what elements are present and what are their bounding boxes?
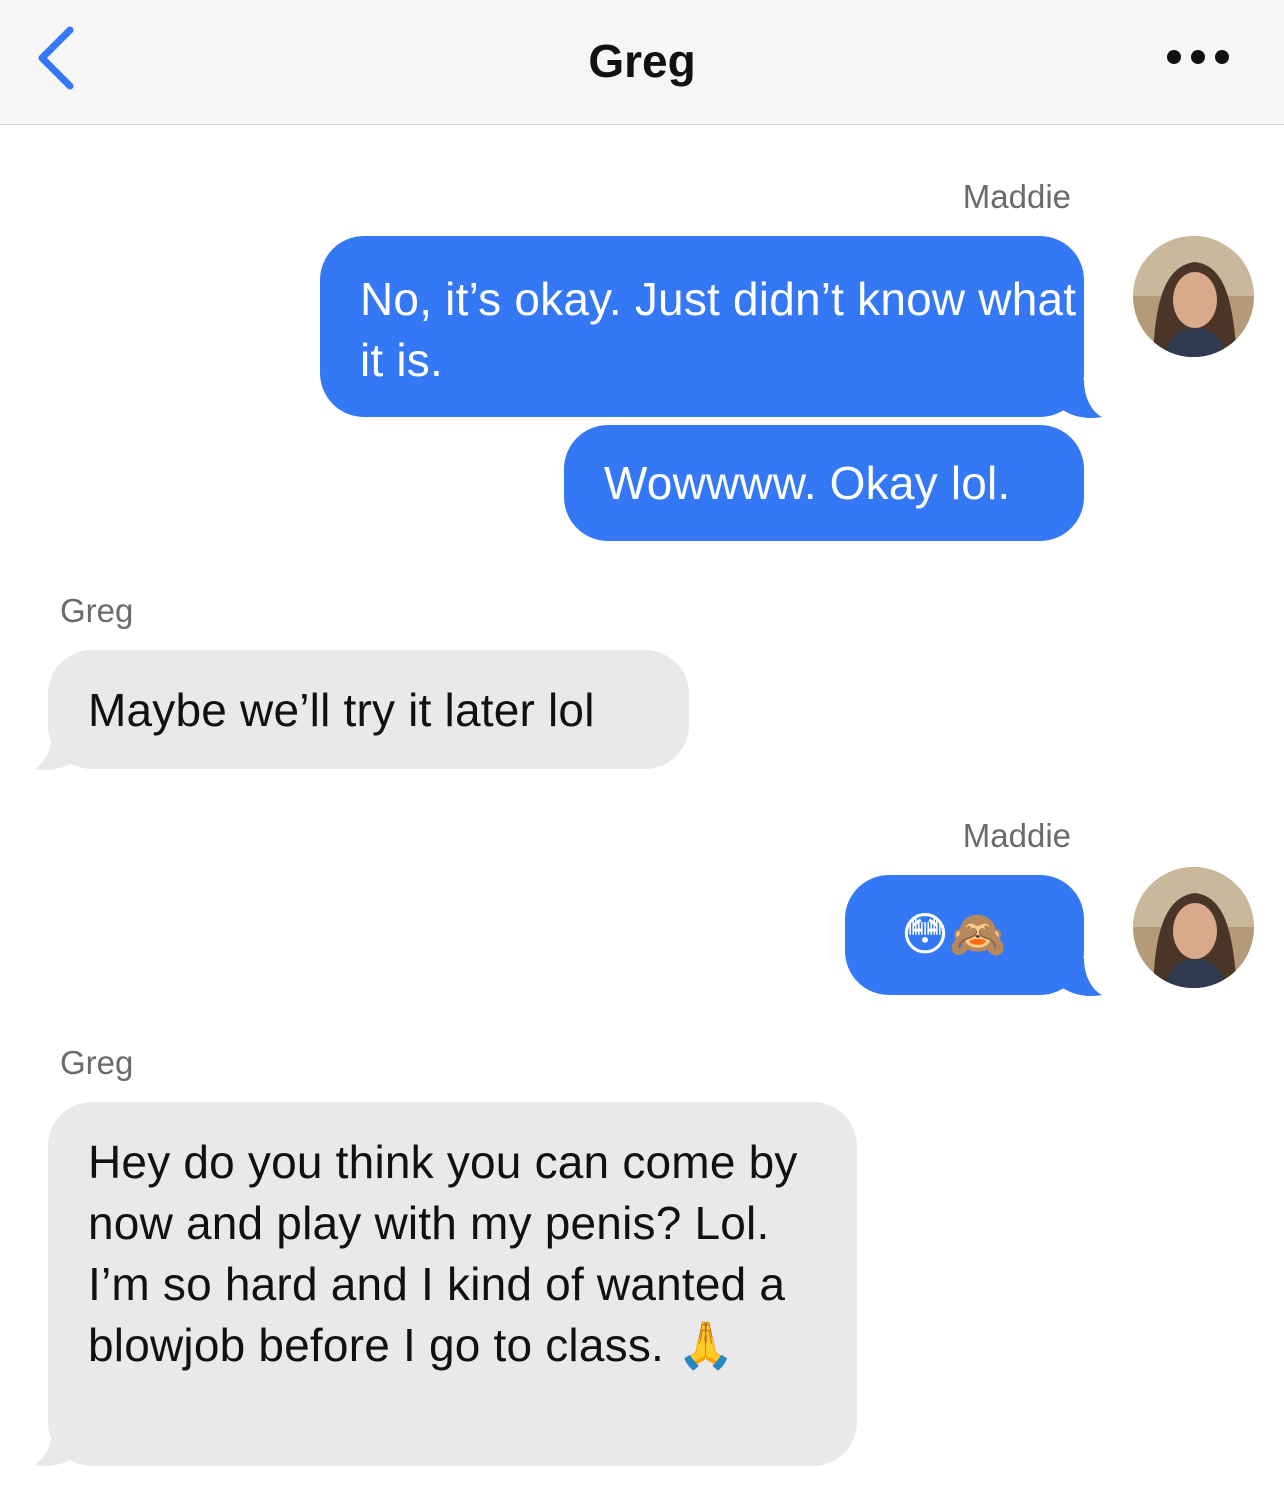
nav-bar: Greg bbox=[0, 0, 1284, 125]
conversation-title: Greg bbox=[588, 35, 696, 87]
avatar-photo bbox=[1133, 867, 1254, 988]
bubble-tail bbox=[34, 1428, 76, 1466]
bubble-tail bbox=[34, 732, 76, 770]
message-bubble-outgoing[interactable]: 😳🙈 bbox=[845, 875, 1084, 995]
sender-label: Maddie bbox=[962, 178, 1071, 215]
sender-label: Greg bbox=[60, 1044, 134, 1081]
more-options-button[interactable] bbox=[1160, 42, 1236, 72]
bubble-tail bbox=[1060, 958, 1102, 996]
ellipsis-icon bbox=[1167, 50, 1229, 64]
message-bubble-incoming[interactable]: Hey do you think you can come by now and… bbox=[48, 1102, 857, 1466]
message-bubble-outgoing[interactable]: No, it’s okay. Just didn’t know what it … bbox=[320, 236, 1084, 417]
bubble-tail bbox=[1060, 380, 1102, 418]
sender-label: Greg bbox=[60, 592, 134, 629]
sender-label: Maddie bbox=[962, 817, 1071, 854]
avatar-photo bbox=[1133, 236, 1254, 357]
message-bubble-outgoing[interactable]: Wowwww. Okay lol. bbox=[564, 425, 1084, 541]
message-bubble-incoming[interactable]: Maybe we’ll try it later lol bbox=[48, 650, 689, 769]
avatar[interactable] bbox=[1133, 867, 1254, 988]
avatar[interactable] bbox=[1133, 236, 1254, 357]
